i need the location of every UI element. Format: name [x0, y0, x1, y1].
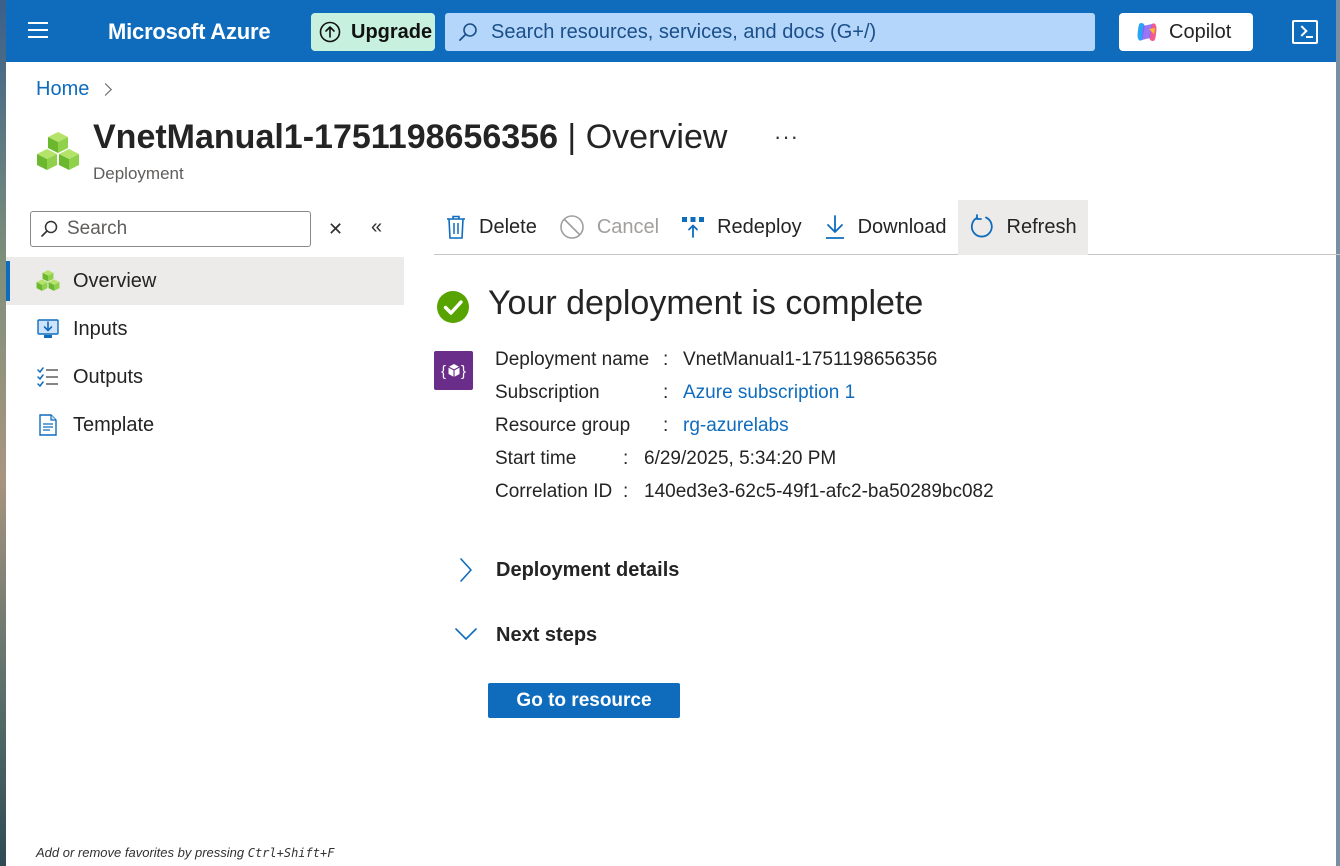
detail-label: Correlation ID [495, 480, 613, 502]
sidebar-item-template[interactable]: Template [6, 401, 404, 449]
page-title: VnetManual1-1751198656356 | Overview [93, 118, 727, 157]
cancel-button[interactable]: Cancel [548, 200, 670, 255]
more-actions-button[interactable]: ··· [774, 124, 799, 150]
redeploy-icon [682, 217, 705, 238]
breadcrumb-home-link[interactable]: Home [36, 78, 89, 101]
resource-group-link[interactable]: rg-azurelabs [683, 415, 789, 437]
favorites-hint: Add or remove favorites by pressing Ctrl… [36, 845, 334, 860]
next-steps-label: Next steps [496, 623, 598, 646]
resource-type: Deployment [93, 164, 184, 183]
subscription-link[interactable]: Azure subscription 1 [683, 382, 855, 404]
detail-value: 140ed3e3-62c5-49f1-afc2-ba50289bc082 [644, 480, 994, 502]
trash-icon [447, 215, 465, 239]
copilot-icon [1137, 23, 1157, 41]
detail-colon: : [663, 381, 669, 403]
upgrade-label: Upgrade [351, 20, 433, 43]
search-icon [41, 220, 58, 237]
arrow-up-circle-icon [319, 21, 341, 43]
download-icon [825, 215, 844, 239]
detail-value: 6/29/2025, 5:34:20 PM [644, 447, 837, 469]
svg-text:}: } [461, 363, 466, 380]
detail-colon: : [663, 348, 669, 370]
upgrade-button[interactable]: Upgrade [311, 13, 435, 51]
chevron-right-icon [460, 558, 472, 582]
download-label: Download [857, 215, 947, 238]
detail-row-deployment-name: Deployment name : VnetManual1-1751198656… [495, 343, 994, 376]
search-icon [459, 23, 477, 41]
detail-value: VnetManual1-1751198656356 [683, 348, 938, 370]
clear-search-icon[interactable]: ✕ [328, 219, 343, 240]
detail-row-subscription: Subscription : Azure subscription 1 [495, 376, 994, 409]
browser-window: Microsoft Azure Upgrade Search resources… [6, 0, 1340, 866]
detail-label: Deployment name [495, 348, 650, 370]
delete-label: Delete [479, 215, 537, 238]
download-button[interactable]: Download [813, 200, 958, 255]
deployment-status-title: Your deployment is complete [488, 284, 924, 322]
detail-row-resource-group: Resource group : rg-azurelabs [495, 409, 994, 442]
svg-text:{: { [441, 363, 446, 380]
sidebar-item-label: Overview [73, 269, 157, 292]
copilot-label: Copilot [1169, 20, 1232, 43]
detail-label: Resource group [495, 414, 631, 436]
hamburger-menu-icon[interactable] [28, 22, 56, 42]
cloud-shell-icon[interactable] [1292, 20, 1318, 44]
azure-top-bar: Microsoft Azure Upgrade Search resources… [6, 0, 1336, 62]
sidebar-item-overview[interactable]: Overview [6, 257, 404, 305]
outputs-icon [36, 365, 60, 389]
deployment-details-toggle[interactable]: Deployment details [454, 556, 679, 584]
cancel-icon [560, 215, 584, 239]
detail-label: Subscription [495, 381, 600, 403]
inputs-icon [36, 317, 60, 341]
success-check-icon [437, 291, 469, 323]
command-bar: Delete Cancel Redeploy Download Refresh [434, 199, 1340, 255]
global-search-input[interactable]: Search resources, services, and docs (G+… [445, 13, 1095, 51]
resource-name: VnetManual1-1751198656356 [93, 118, 558, 156]
sidebar-item-label: Inputs [73, 317, 128, 340]
sidebar-search-input[interactable]: Search [30, 211, 311, 247]
detail-colon: : [623, 480, 629, 502]
deployment-template-icon: { } [434, 351, 473, 390]
refresh-label: Refresh [1006, 215, 1077, 238]
sidebar-search-placeholder: Search [67, 218, 128, 239]
deployment-details-label: Deployment details [496, 558, 680, 581]
delete-button[interactable]: Delete [434, 200, 548, 255]
chevron-down-icon [455, 628, 477, 640]
collapse-sidebar-icon[interactable]: « [371, 216, 382, 239]
chevron-right-icon [99, 83, 113, 96]
detail-row-start-time: Start time : 6/29/2025, 5:34:20 PM [495, 442, 994, 475]
title-separator: | [557, 118, 586, 156]
sidebar-item-inputs[interactable]: Inputs [6, 305, 404, 353]
global-search-placeholder: Search resources, services, and docs (G+… [491, 20, 877, 43]
sidebar-item-label: Outputs [73, 365, 144, 388]
page-name: Overview [585, 118, 728, 156]
favorites-hint-shortcut: Ctrl+Shift+F [247, 846, 335, 860]
redeploy-button[interactable]: Redeploy [670, 200, 813, 255]
azure-brand[interactable]: Microsoft Azure [108, 19, 271, 45]
sidebar-item-outputs[interactable]: Outputs [6, 353, 404, 401]
next-steps-toggle[interactable]: Next steps [454, 621, 597, 649]
copilot-button[interactable]: Copilot [1119, 13, 1253, 51]
template-icon [36, 413, 60, 437]
deployment-details-list: Deployment name : VnetManual1-1751198656… [495, 343, 994, 508]
go-to-resource-button[interactable]: Go to resource [488, 683, 680, 718]
desktop-background-right [1336, 0, 1340, 866]
refresh-icon [970, 214, 993, 238]
breadcrumb: Home [36, 78, 113, 101]
detail-row-correlation-id: Correlation ID : 140ed3e3-62c5-49f1-afc2… [495, 475, 994, 508]
sidebar-item-label: Template [73, 413, 155, 436]
deployment-cubes-icon [37, 132, 79, 170]
sidebar-nav: Overview Inputs Outputs Template [6, 257, 404, 449]
cubes-icon [36, 269, 60, 293]
refresh-button[interactable]: Refresh [957, 199, 1088, 255]
detail-label: Start time [495, 447, 577, 469]
redeploy-label: Redeploy [717, 215, 802, 238]
detail-colon: : [623, 447, 629, 469]
cancel-label: Cancel [596, 215, 660, 238]
favorites-hint-text: Add or remove favorites by pressing [36, 845, 248, 860]
detail-colon: : [663, 414, 669, 436]
